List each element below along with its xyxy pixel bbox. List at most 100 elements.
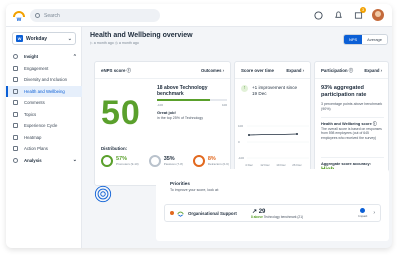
score-mode-toggle: NPS Average bbox=[342, 34, 388, 45]
priority-dot-icon bbox=[170, 211, 174, 215]
comment-icon bbox=[13, 100, 18, 106]
page-title: Health and Wellbeing overview bbox=[90, 32, 193, 39]
sidebar-item-health-wellbeing[interactable]: Health and Wellbeing bbox=[6, 85, 82, 97]
diversity-icon bbox=[13, 77, 18, 83]
priority-score: ↗ 29 bbox=[252, 208, 266, 215]
sidebar-item-label: Heatmap bbox=[24, 134, 42, 140]
impact-dot-icon bbox=[360, 208, 366, 213]
priorities-subtitle: To improve your score, look at: bbox=[170, 188, 219, 192]
notification-badge: 3 bbox=[360, 7, 366, 13]
sidebar-item-label: Diversity and Inclusion bbox=[24, 77, 67, 83]
priority-name: Organisational Support bbox=[188, 210, 237, 216]
wellbeing-score-text: The overall score is based on responses … bbox=[321, 127, 382, 140]
divider bbox=[321, 157, 384, 158]
promoters-label: Promoters (9-10) bbox=[116, 162, 139, 166]
distribution-promoters: 57% Promoters (9-10) bbox=[101, 155, 139, 167]
engagement-icon bbox=[13, 65, 18, 71]
sidebar-item-action-plans[interactable]: Action Plans bbox=[6, 143, 82, 155]
x-tick: 4 Dec bbox=[245, 163, 253, 167]
priority-row[interactable]: Organisational Support ↗ 29 8 above Tech… bbox=[164, 204, 381, 222]
score-delta: ↑ +1 improvement since 19 Dec bbox=[241, 85, 302, 97]
user-avatar[interactable] bbox=[372, 9, 384, 21]
divider bbox=[95, 78, 230, 79]
sidebar-item-engagement[interactable]: Engagement bbox=[6, 63, 82, 75]
inbox-icon[interactable]: 3 bbox=[352, 7, 366, 21]
sidebar-item-label: Experience Cycle bbox=[24, 123, 58, 129]
y-tick: 100 bbox=[238, 124, 243, 128]
sidebar-item-experience-cycle[interactable]: Experience Cycle bbox=[6, 120, 82, 132]
support-icon bbox=[177, 211, 184, 217]
y-tick: -100 bbox=[238, 156, 244, 160]
x-tick: 19 Dec bbox=[276, 163, 286, 167]
main-content: Health and Wellbeing overview ▷ a month … bbox=[86, 27, 392, 248]
priorities-section: Priorities To improve your score, look a… bbox=[156, 169, 389, 241]
topics-icon bbox=[13, 111, 18, 117]
chevron-right-icon[interactable]: › bbox=[373, 210, 375, 216]
workday-logo-icon[interactable]: w bbox=[12, 8, 26, 22]
sidebar: W Workday ⌄ Insight ⌃ Engagement Diversit… bbox=[6, 27, 82, 248]
detractors-label: Detractors (0-6) bbox=[207, 162, 229, 166]
sidebar-item-label: Action Plans bbox=[24, 146, 48, 152]
chevron-down-icon: ⌄ bbox=[67, 35, 72, 42]
insight-icon bbox=[13, 54, 18, 60]
toggle-average[interactable]: Average bbox=[362, 35, 387, 44]
target-icon bbox=[94, 185, 112, 203]
passives-label: Passives (7-8) bbox=[163, 162, 183, 166]
sidebar-item-comments[interactable]: Comments bbox=[6, 97, 82, 109]
sidebar-item-diversity[interactable]: Diversity and Inclusion bbox=[6, 74, 82, 86]
passives-ring-icon bbox=[148, 155, 161, 167]
toggle-nps[interactable]: NPS bbox=[343, 35, 363, 44]
score-trend-chart: 100 0 -100 4 Dec 12 Dec 19 Dec 26 Dec bbox=[238, 124, 309, 167]
chevron-up-icon: ⌃ bbox=[72, 53, 77, 60]
sidebar-item-topics[interactable]: Topics bbox=[6, 109, 82, 121]
sidebar-item-label: Topics bbox=[24, 111, 37, 117]
distribution-detractors: 8% Detractors (0-6) bbox=[192, 155, 229, 167]
sidebar-item-label: Insight bbox=[24, 54, 39, 60]
sidebar-item-heatmap[interactable]: Heatmap bbox=[6, 132, 82, 144]
org-selector[interactable]: W Workday ⌄ bbox=[12, 32, 76, 45]
distribution-row: 57% Promoters (9-10) 35% Passives (7-8) 8%… bbox=[101, 155, 229, 167]
org-label: Workday bbox=[26, 35, 48, 42]
score-over-time-card: Score over time Expand › ↑ +1 improvemen… bbox=[234, 61, 311, 186]
priorities-title: Priorities bbox=[170, 181, 190, 186]
chevron-down-icon: ⌄ bbox=[72, 157, 77, 164]
search-input[interactable]: Search bbox=[30, 9, 160, 22]
app-window: w Search 3 W Workday ⌄ Insight ⌃ Engagem… bbox=[6, 4, 392, 248]
outcomes-link[interactable]: Outcomes › bbox=[201, 68, 224, 73]
trend-line bbox=[248, 133, 298, 136]
org-badge: W bbox=[16, 35, 23, 42]
sidebar-item-analysis[interactable]: Analysis ⌄ bbox=[6, 155, 82, 167]
analysis-icon bbox=[13, 157, 18, 163]
promoters-ring-icon bbox=[101, 155, 113, 167]
impact-label: Impact bbox=[358, 214, 368, 218]
benchmark-headline: 18 above Technology benchmark bbox=[157, 85, 208, 97]
sot-expand-link[interactable]: Expand › bbox=[286, 68, 304, 73]
page-meta: ▷ a month ago ◷ a month ago bbox=[90, 41, 139, 45]
sidebar-item-insight[interactable]: Insight ⌃ bbox=[6, 51, 82, 63]
participation-rate: 93% aggregated participation rate bbox=[321, 85, 367, 98]
bar-max: 100 bbox=[221, 103, 227, 107]
benchmark-bar-fill bbox=[157, 99, 210, 101]
sidebar-item-label: Health and Wellbeing bbox=[24, 88, 65, 94]
priority-benchmark: 8 above Technology benchmark (21) bbox=[251, 215, 303, 219]
participation-title: Participation ⓘ bbox=[321, 68, 354, 73]
sidebar-nav: Insight ⌃ Engagement Diversity and Inclus… bbox=[6, 51, 82, 166]
participation-benchmark: 3 percentage points above benchmark (90%… bbox=[321, 102, 383, 111]
action-plan-icon bbox=[13, 146, 18, 152]
bell-icon[interactable] bbox=[332, 9, 344, 21]
sot-title: Score over time bbox=[241, 68, 274, 73]
trend-point[interactable] bbox=[296, 133, 298, 135]
enps-score: 50 bbox=[101, 94, 141, 132]
detractors-ring-icon bbox=[192, 155, 205, 167]
trend-point[interactable] bbox=[248, 134, 250, 136]
heatmap-icon bbox=[13, 134, 18, 140]
y-tick: 0 bbox=[238, 140, 240, 144]
participation-expand-link[interactable]: Expand › bbox=[364, 68, 382, 73]
chat-icon[interactable] bbox=[312, 9, 324, 21]
sidebar-item-label: Engagement bbox=[24, 65, 49, 71]
top-bar: w Search 3 bbox=[6, 4, 392, 27]
search-icon bbox=[35, 13, 40, 18]
sidebar-item-label: Analysis bbox=[24, 157, 42, 163]
sidebar-item-label: Comments bbox=[24, 100, 45, 106]
delta-text: +1 improvement since 19 Dec bbox=[252, 85, 298, 96]
